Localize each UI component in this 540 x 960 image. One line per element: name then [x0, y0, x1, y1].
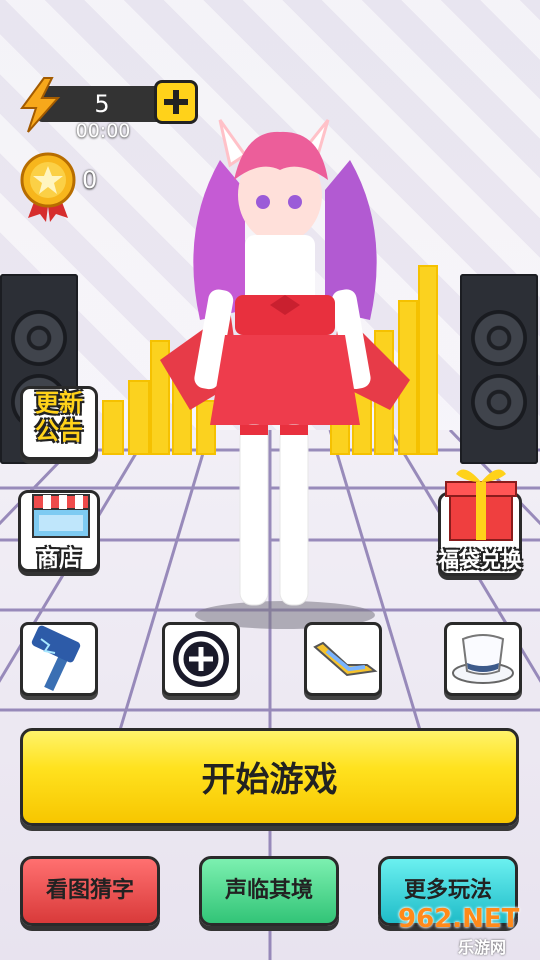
immersive-label: 声临其境: [224, 878, 313, 903]
shop-button[interactable]: 商店: [18, 490, 100, 572]
plus-icon: [164, 90, 188, 114]
right-speaker: [460, 274, 538, 464]
item-slot-hammer[interactable]: [20, 622, 98, 696]
top-hat-icon: [452, 634, 514, 684]
coin-emblem-icon: [173, 631, 229, 687]
hammer-icon: [31, 625, 81, 692]
equalizer-bar: [102, 400, 124, 455]
item-slot-top-hat[interactable]: [444, 622, 522, 696]
watermark-sub: 乐游网: [458, 938, 507, 957]
shop-icon: [32, 494, 90, 538]
energy-count: 5: [94, 90, 110, 118]
coin-count: 0: [82, 166, 98, 194]
site-watermark: 962.NET 乐游网: [398, 904, 534, 957]
item-slot-emblem[interactable]: [162, 622, 240, 696]
start-game-label: 开始游戏: [201, 760, 338, 800]
lucky-bag-button[interactable]: 福袋兑换: [430, 460, 530, 580]
add-energy-button[interactable]: [154, 80, 198, 124]
watermark-brand: 962.NET: [398, 904, 520, 934]
equalizer-bar: [128, 380, 150, 455]
announcement-button[interactable]: 更新 公告: [20, 386, 98, 460]
anime-character: [160, 119, 410, 629]
announcement-label: 更新 公告: [35, 389, 83, 445]
coin-medal-icon: [20, 152, 76, 222]
gift-box-icon: [445, 469, 517, 541]
lucky-bag-label: 福袋兑换: [438, 548, 522, 572]
guess-word-label: 看图猜字: [45, 878, 134, 903]
equalizer-bar: [418, 265, 438, 455]
item-slot-boomerang[interactable]: [304, 622, 382, 696]
more-games-label: 更多玩法: [403, 878, 492, 903]
shop-label: 商店: [36, 547, 81, 572]
lightning-icon: [20, 77, 61, 133]
boomerang-icon: [313, 641, 378, 677]
energy-timer: 00:00: [75, 120, 131, 142]
